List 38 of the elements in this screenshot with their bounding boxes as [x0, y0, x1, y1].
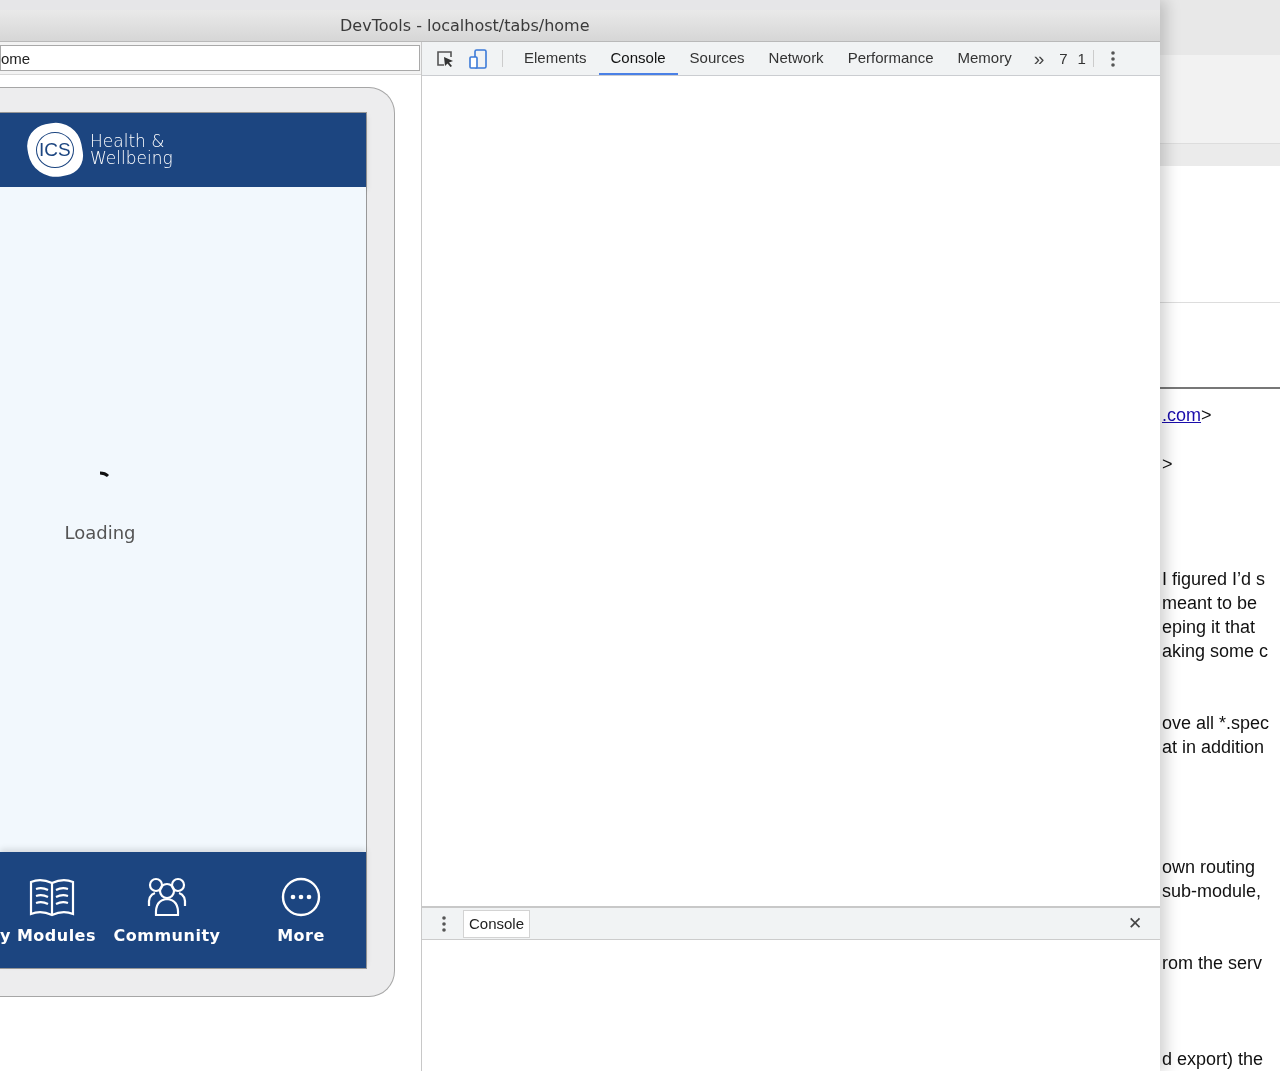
body-text: sub-module,: [1162, 880, 1263, 903]
email-link[interactable]: .com: [1162, 405, 1201, 425]
menu-icon[interactable]: [441, 914, 447, 933]
devtools-tab[interactable]: Sources: [677, 42, 757, 75]
logo-text: Health &: [90, 133, 165, 150]
issue-count[interactable]: 7: [1059, 50, 1068, 67]
more-tabs-button[interactable]: »: [1023, 42, 1055, 75]
devtools-tab[interactable]: Memory: [945, 42, 1024, 75]
body-text: I figured I’d s: [1162, 568, 1267, 591]
window-title: DevTools - localhost/tabs/home: [340, 16, 590, 35]
inspect-icon[interactable]: [435, 48, 455, 69]
body-text: meant to be: [1162, 592, 1259, 615]
body-text: at in addition: [1162, 736, 1266, 759]
logo-text: Wellbeing: [90, 150, 173, 167]
device-icon[interactable]: [468, 48, 488, 69]
tab-button[interactable]: Community: [100, 875, 234, 945]
more-icon: [280, 875, 322, 918]
drawer-tab[interactable]: Console: [463, 909, 531, 938]
menu-icon[interactable]: [1109, 49, 1116, 68]
devtools-tab[interactable]: Elements: [512, 42, 599, 75]
body-text: ove all *.spec: [1162, 712, 1271, 735]
spinner-icon: [98, 470, 112, 480]
tab-button[interactable]: y Modules: [0, 875, 100, 945]
body-text: aking some c: [1162, 640, 1270, 663]
body-text: >: [1162, 453, 1174, 476]
close-button[interactable]: ✕: [1122, 912, 1148, 935]
devtools-tab[interactable]: Performance: [835, 42, 946, 75]
url-field[interactable]: ome: [0, 45, 420, 71]
loading-text: Loading: [64, 522, 136, 543]
tab-button[interactable]: More: [234, 875, 368, 945]
body-text: rom the serv: [1162, 952, 1264, 975]
body-text: eping it that: [1162, 616, 1257, 639]
body-text: d export) the: [1162, 1048, 1265, 1071]
people-icon: [145, 875, 189, 918]
body-text: >: [1201, 405, 1212, 425]
issue-count[interactable]: 1: [1077, 50, 1086, 67]
body-text: own routing: [1162, 856, 1257, 879]
devtools-tab[interactable]: Network: [756, 42, 836, 75]
